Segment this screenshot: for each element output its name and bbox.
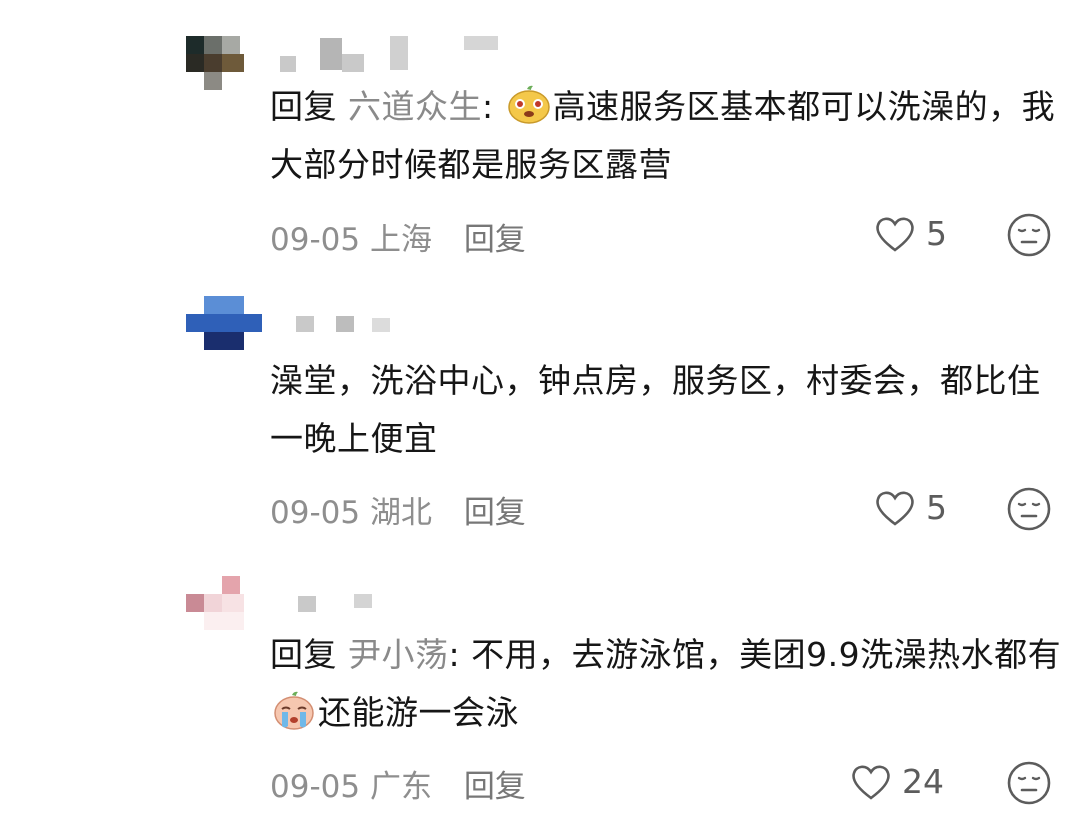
avatar[interactable] <box>186 296 262 352</box>
meh-face-icon[interactable] <box>1006 486 1052 532</box>
like-count: 5 <box>926 488 947 527</box>
laughing-face-emoji <box>507 85 550 124</box>
meh-face-icon[interactable] <box>1006 212 1052 258</box>
like-count: 5 <box>926 214 947 253</box>
like-count: 24 <box>902 762 944 801</box>
comment-location: 广东 <box>369 769 432 805</box>
comment-text: 回复 六道众生: 高速服务区基本都可以洗澡的，我大部分时候都是服务区露营 <box>270 85 1056 184</box>
comment-meta: 09-05 湖北 回复 <box>270 487 526 532</box>
like-button[interactable]: 24 <box>850 762 944 801</box>
comment-text: 回复 尹小荡: 不用，去游泳馆，美团9.9洗澡热水都有 还能游一会泳 <box>270 635 1062 732</box>
comment-date: 09-05 <box>270 222 361 258</box>
reply-button[interactable]: 回复 <box>464 495 526 531</box>
comment-text: 澡堂，洗浴中心，钟点房，服务区，村委会，都比住一晚上便宜 <box>270 361 1041 458</box>
reply-button[interactable]: 回复 <box>464 769 526 805</box>
like-button[interactable]: 5 <box>874 214 947 253</box>
avatar[interactable] <box>186 36 262 92</box>
comment-meta: 09-05 广东 回复 <box>270 761 526 806</box>
meh-face-icon[interactable] <box>1006 760 1052 806</box>
comment-meta: 09-05 上海 回复 <box>270 214 526 259</box>
like-button[interactable]: 5 <box>874 488 947 527</box>
heart-outline-icon <box>876 217 914 252</box>
reply-button[interactable]: 回复 <box>464 222 526 258</box>
comment-date: 09-05 <box>270 769 361 805</box>
heart-outline-icon <box>876 491 914 526</box>
reply-prefix: 回复 <box>270 87 348 126</box>
comment-date: 09-05 <box>270 495 361 531</box>
reply-prefix: 回复 <box>270 635 348 674</box>
reply-to-username[interactable]: 六道众生 <box>348 87 482 126</box>
comment-location: 上海 <box>369 222 432 258</box>
comment-location: 湖北 <box>369 495 432 531</box>
heart-outline-icon <box>852 765 890 800</box>
reply-to-username[interactable]: 尹小荡 <box>348 635 449 674</box>
crying-face-emoji <box>274 691 314 730</box>
avatar[interactable] <box>186 576 262 632</box>
